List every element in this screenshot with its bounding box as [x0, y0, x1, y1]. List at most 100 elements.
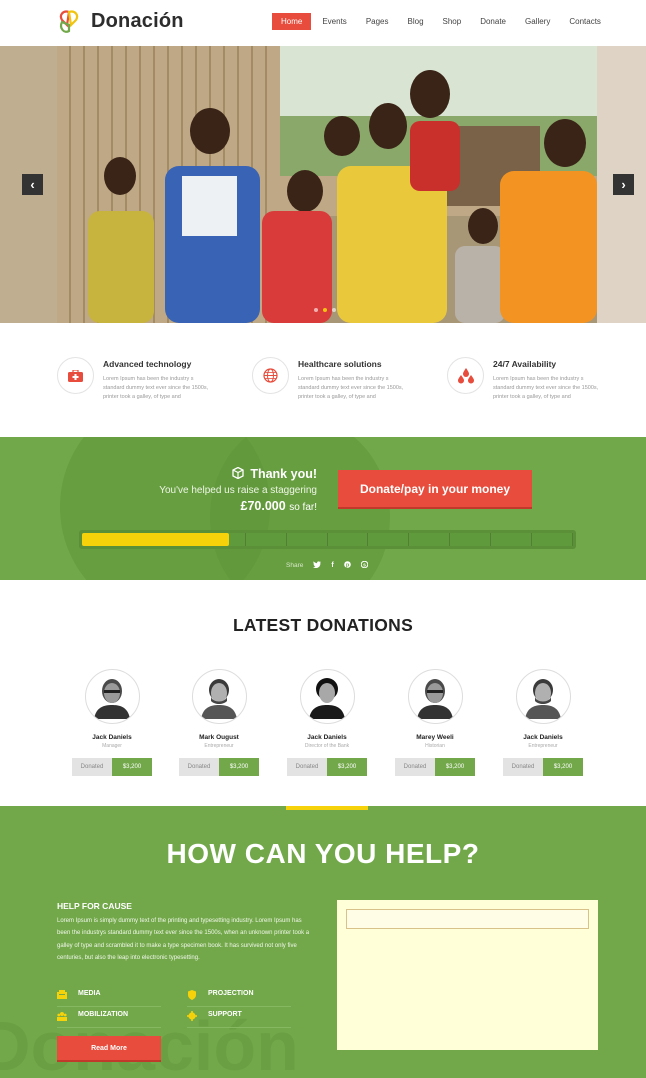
cause-label: MOBILIZATION — [78, 1011, 129, 1018]
donor-card: Jack Daniels Director of the Bank Donate… — [273, 669, 381, 776]
donated-amount: $3,200 — [543, 758, 583, 776]
donor-name: Marey Weeli — [416, 734, 454, 741]
pinterest-icon[interactable]: p — [343, 561, 351, 570]
skype-icon[interactable]: s — [360, 560, 369, 570]
section-accent-bar — [286, 806, 368, 810]
nav-shop[interactable]: Shop — [435, 13, 470, 30]
donor-role: Director of the Bank — [304, 743, 350, 749]
donate-button[interactable]: Donate/pay in your money — [338, 470, 532, 509]
help-section: Donación HOW CAN YOU HELP? HELP FOR CAUS… — [0, 806, 646, 1078]
donor-name: Mark Ougust — [199, 734, 239, 741]
donated-label: Donated — [72, 758, 112, 776]
brand-name[interactable]: Donación — [91, 10, 184, 33]
cause-item-mobilization[interactable]: MOBILIZATION — [57, 1007, 161, 1028]
donor-role: Manager — [102, 743, 122, 749]
donated-amount: $3,200 — [219, 758, 259, 776]
donated-label: Donated — [287, 758, 327, 776]
donated-label: Donated — [395, 758, 435, 776]
nav-blog[interactable]: Blog — [400, 13, 432, 30]
globe-icon — [252, 357, 289, 394]
donated-label: Donated — [179, 758, 219, 776]
facebook-icon[interactable]: f — [331, 562, 333, 569]
features-section: Advanced technology Lorem Ipsum has been… — [0, 323, 646, 437]
slider-dot[interactable] — [332, 308, 336, 312]
contact-form-box — [337, 900, 598, 1050]
latest-donations-section: LATEST DONATIONS Jack Daniels Manager Do… — [0, 580, 646, 806]
drops-icon — [447, 357, 484, 394]
donation-banner: Thank you! You've helped us raise a stag… — [0, 437, 646, 580]
nav-events[interactable]: Events — [314, 13, 354, 30]
feature-title: Advanced technology — [103, 359, 192, 369]
donation-tag: Donated $3,200 — [72, 758, 152, 776]
svg-text:s: s — [363, 562, 366, 568]
read-more-button[interactable]: Read More — [57, 1036, 161, 1062]
donor-name: Jack Daniels — [523, 734, 563, 741]
raised-suffix: so far! — [289, 502, 317, 513]
slider-dot[interactable] — [314, 308, 318, 312]
share-label: Share — [286, 562, 304, 569]
thank-you-message: Thank you! You've helped us raise a stag… — [159, 467, 317, 513]
main-nav: Home Events Pages Blog Shop Donate Galle… — [272, 13, 612, 30]
donated-amount: $3,200 — [112, 758, 152, 776]
avatar[interactable] — [515, 669, 571, 724]
donor-name: Jack Daniels — [307, 734, 347, 741]
avatar[interactable] — [407, 669, 463, 724]
feature-text: Lorem Ipsum has been the industry s stan… — [493, 376, 599, 400]
donated-label: Donated — [503, 758, 543, 776]
donor-card: Jack Daniels Entrepreneur Donated $3,200 — [489, 669, 597, 776]
donor-role: Entrepreneur — [204, 743, 234, 749]
nav-home[interactable]: Home — [272, 13, 312, 30]
people-icon — [57, 1012, 67, 1021]
donation-tag: Donated $3,200 — [503, 758, 583, 776]
hero-image — [0, 46, 646, 323]
feature-text: Lorem Ipsum has been the industry s stan… — [103, 376, 209, 400]
gear-icon — [187, 1011, 197, 1021]
donation-tag: Donated $3,200 — [179, 758, 259, 776]
donated-amount: $3,200 — [435, 758, 475, 776]
donor-name: Jack Daniels — [92, 734, 132, 741]
site-header: Donación Home Events Pages Blog Shop Don… — [0, 0, 646, 46]
form-input-field[interactable] — [346, 909, 589, 929]
thanks-title: Thank you! — [250, 467, 317, 481]
nav-donate[interactable]: Donate — [472, 13, 514, 30]
cause-item-projection[interactable]: PROJECTION — [187, 986, 291, 1007]
feature-text: Lorem Ipsum has been the industry s stan… — [298, 376, 404, 400]
raised-text: You've helped us raise a staggering — [159, 485, 317, 496]
raised-amount: £70.000 — [240, 499, 286, 513]
donor-role: Historian — [425, 743, 445, 749]
section-title: HOW CAN YOU HELP? — [166, 838, 480, 869]
avatar[interactable] — [191, 669, 247, 724]
slider-dot-active[interactable] — [323, 308, 327, 312]
feature-title: 24/7 Availability — [493, 359, 557, 369]
shield-icon — [188, 990, 196, 1000]
donation-progress-bar — [79, 530, 576, 549]
nav-gallery[interactable]: Gallery — [517, 13, 558, 30]
nav-pages[interactable]: Pages — [358, 13, 397, 30]
feature-title: Healthcare solutions — [298, 359, 382, 369]
cause-item-support[interactable]: SUPPORT — [187, 1007, 291, 1028]
section-title: LATEST DONATIONS — [232, 615, 414, 635]
donor-role: Entrepreneur — [528, 743, 558, 749]
first-aid-kit-icon — [57, 357, 94, 394]
slider-prev-button[interactable]: ‹ — [22, 174, 43, 195]
share-bar: Share f p s — [286, 560, 369, 570]
avatar[interactable] — [84, 669, 140, 724]
help-body-text: Lorem Ipsum is simply dummy text of the … — [57, 918, 310, 961]
hero-slider: ‹ › — [0, 46, 646, 323]
help-subtitle: HELP FOR CAUSE — [57, 901, 132, 911]
slider-next-button[interactable]: › — [613, 174, 634, 195]
twitter-icon[interactable] — [313, 561, 322, 570]
cause-label: SUPPORT — [208, 1011, 242, 1018]
donor-card: Marey Weeli Historian Donated $3,200 — [381, 669, 489, 776]
donor-card: Mark Ougust Entrepreneur Donated $3,200 — [165, 669, 273, 776]
media-icon — [57, 990, 67, 999]
cube-icon — [232, 467, 244, 479]
cause-label: PROJECTION — [208, 990, 254, 997]
cause-item-media[interactable]: MEDIA — [57, 986, 161, 1007]
logo-icon[interactable] — [57, 9, 81, 35]
nav-contacts[interactable]: Contacts — [561, 13, 609, 30]
avatar[interactable] — [299, 669, 355, 724]
donation-tag: Donated $3,200 — [287, 758, 367, 776]
donor-card: Jack Daniels Manager Donated $3,200 — [58, 669, 166, 776]
progress-fill — [82, 533, 230, 546]
